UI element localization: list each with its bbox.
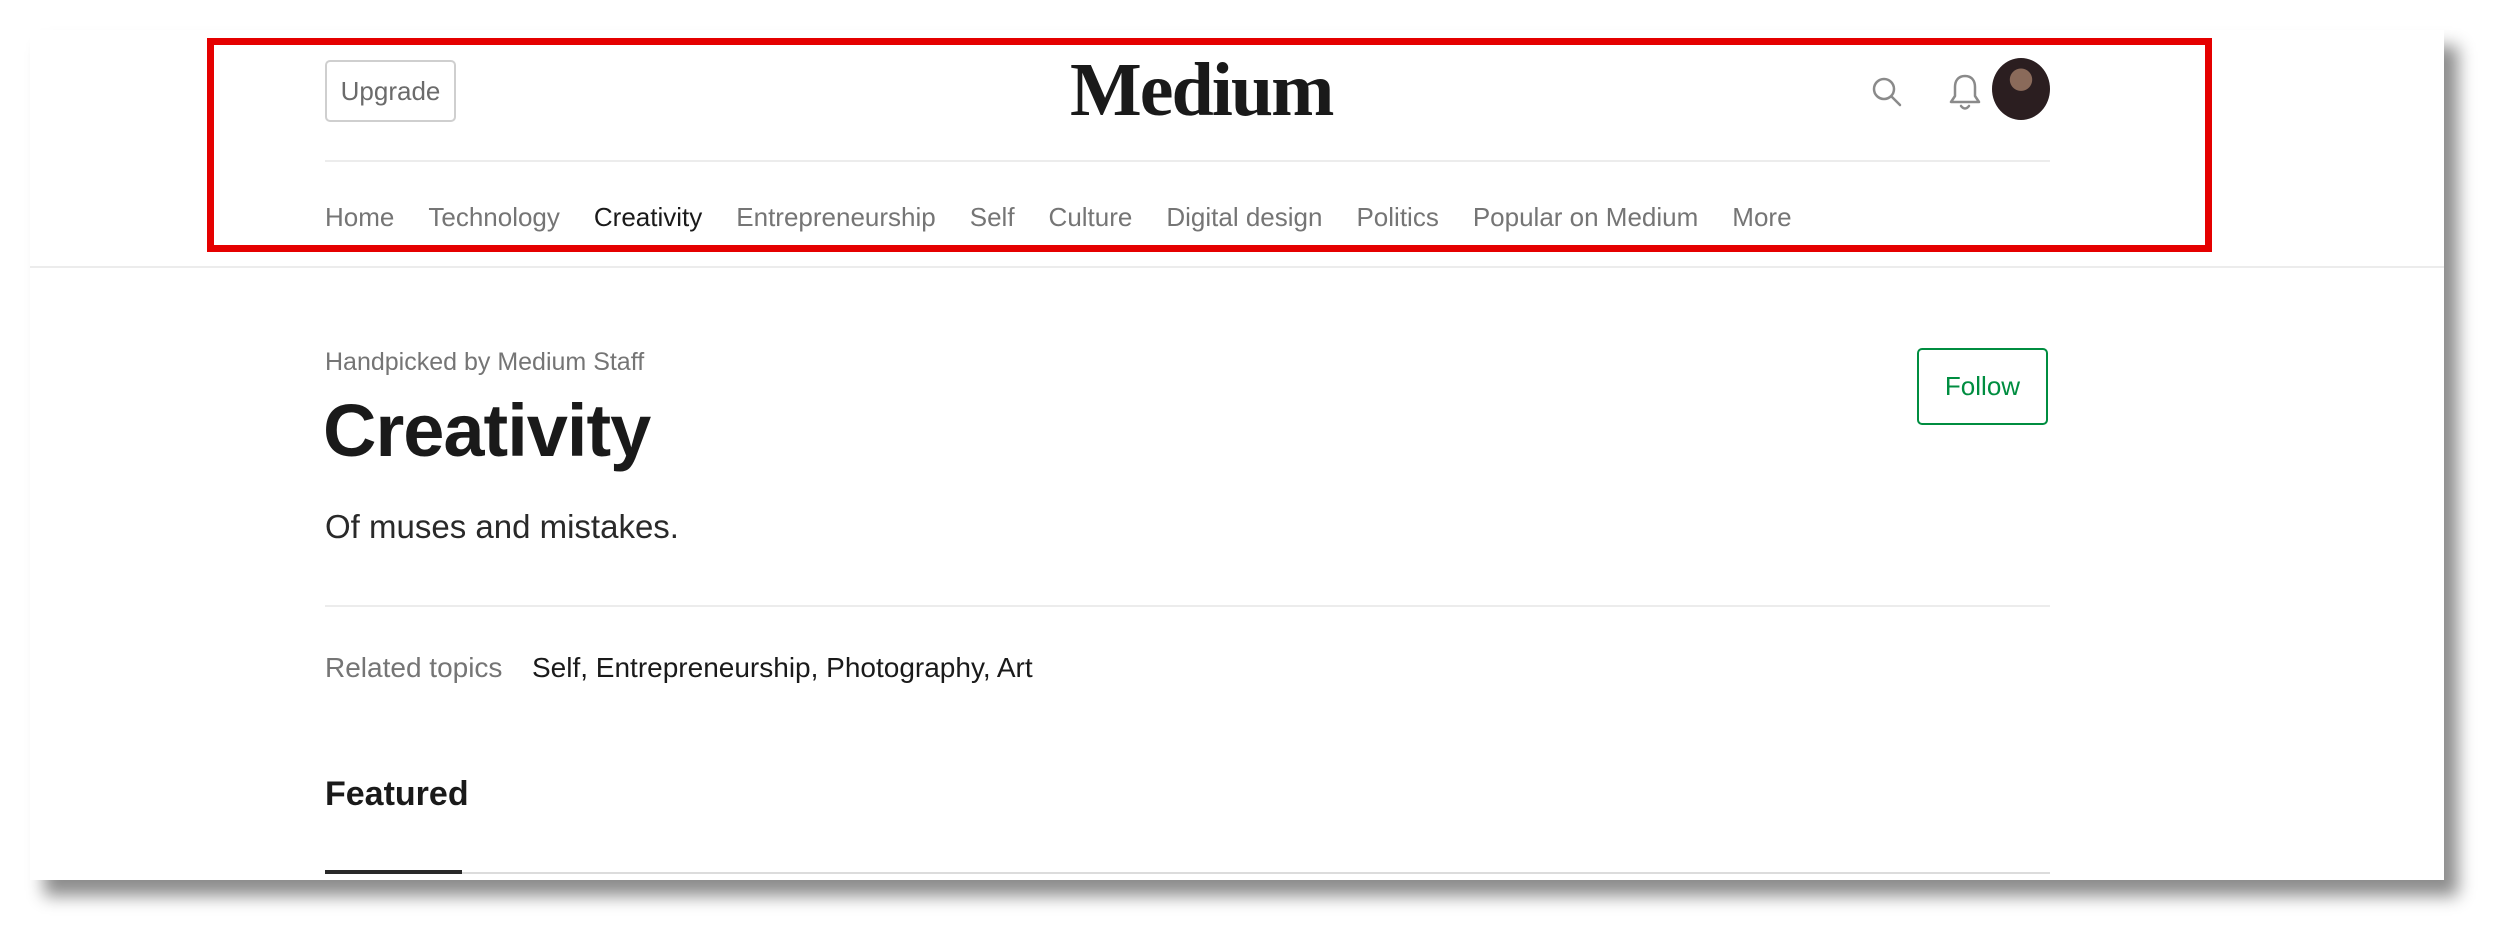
browser-viewport: Upgrade Medium Home Technology Creativit…	[30, 30, 2444, 880]
content-divider	[325, 605, 2050, 607]
header-highlight-box	[207, 38, 2212, 252]
related-topics-list[interactable]: Self, Entrepreneurship, Photography, Art	[532, 652, 1033, 684]
tab-featured[interactable]: Featured	[325, 775, 469, 814]
topic-tagline: Of muses and mistakes.	[325, 508, 679, 545]
active-tab-indicator	[325, 870, 462, 874]
follow-button[interactable]: Follow	[1917, 348, 2048, 425]
page-title: Creativity	[323, 389, 651, 472]
related-topics-label: Related topics	[325, 652, 503, 683]
topic-eyebrow: Handpicked by Medium Staff	[325, 348, 645, 376]
tabs-divider	[325, 872, 2050, 874]
